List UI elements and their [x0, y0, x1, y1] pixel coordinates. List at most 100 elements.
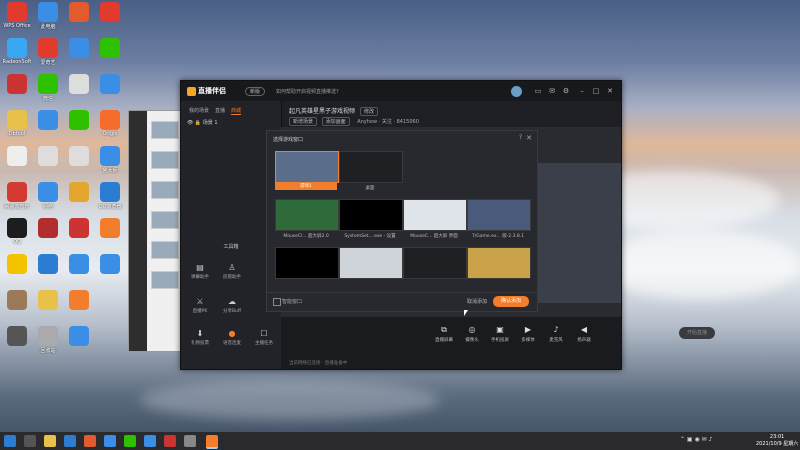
desktop-icon[interactable] [2, 326, 32, 347]
maximize-icon[interactable]: □ [591, 86, 601, 96]
window-option[interactable] [275, 247, 339, 287]
desktop-icon[interactable]: QQ浏览器 [95, 182, 125, 210]
desktop-icon[interactable] [95, 38, 125, 59]
desktop-icon[interactable] [64, 218, 94, 239]
desktop-icon[interactable] [95, 2, 125, 23]
wechat-icon[interactable] [124, 435, 136, 447]
help-icon[interactable]: ? [519, 134, 522, 141]
media-button[interactable]: ▶ 多媒体 [515, 325, 541, 343]
desktop-icon[interactable] [2, 290, 32, 311]
confirm-button[interactable]: 确认添加 [493, 296, 529, 307]
desktop-icon[interactable] [95, 218, 125, 239]
window-option[interactable]: MouseCl... 超大屏2.0 [275, 199, 339, 239]
desktop-icon[interactable]: 网易云音乐 [2, 182, 32, 210]
add-source-button[interactable]: 添加画面 [321, 117, 350, 126]
desktop-icon[interactable] [33, 290, 63, 311]
desktop-icon[interactable] [33, 218, 63, 239]
desktop-icon[interactable] [2, 254, 32, 275]
desktop-icon[interactable]: WPS Office [2, 2, 32, 29]
camera-button[interactable]: ◎ 摄像头 [459, 325, 485, 343]
settings-icon[interactable]: ⚙ [561, 86, 571, 96]
thumbnail[interactable] [151, 211, 179, 229]
mobile-cast-button[interactable]: ▣ 手机投屏 [487, 325, 513, 343]
window-option[interactable]: 桌面 [339, 151, 403, 191]
desktop-icon[interactable] [95, 254, 125, 275]
screen-icon[interactable]: ▭ [533, 86, 543, 96]
desktop-icon[interactable] [64, 182, 94, 203]
tool-pk[interactable]: ⚔ 直播PK [185, 297, 215, 314]
edge-icon[interactable] [64, 435, 76, 447]
scene-item[interactable]: 👁 🔒 场景 1 [187, 119, 218, 126]
chat-icon[interactable]: ✉ [547, 86, 557, 96]
app-icon[interactable] [144, 435, 156, 447]
desktop-icon[interactable] [64, 326, 94, 347]
thumbnail[interactable] [151, 271, 179, 289]
desktop-icon[interactable] [64, 254, 94, 275]
help-notice[interactable]: 如何帮助开启视频直播推送? [276, 88, 339, 95]
window-option[interactable]: MouseC... 超大屏 界面 [403, 199, 467, 239]
tray-icons[interactable]: ⌃ ▣ ◉ ✉ ♪ [680, 436, 712, 443]
desktop-icon[interactable]: Origin [95, 110, 125, 137]
smart-window-checkbox[interactable] [273, 298, 281, 306]
tool-gift[interactable]: ⬇ 礼物投票 [185, 329, 215, 346]
tool-task[interactable]: ☐ 主播任务 [249, 329, 279, 346]
window-option[interactable] [339, 247, 403, 287]
version-badge[interactable]: 新版 [245, 87, 266, 96]
window-option[interactable] [403, 247, 467, 287]
desktop-icon[interactable] [95, 74, 125, 95]
desktop-icon[interactable] [33, 254, 63, 275]
minimize-icon[interactable]: – [577, 86, 587, 96]
desktop-icon[interactable] [2, 146, 32, 167]
desktop-icon[interactable]: 爱奇艺 [33, 38, 63, 66]
desktop-icon[interactable] [64, 2, 94, 23]
explorer-icon[interactable] [44, 435, 56, 447]
speaker-button[interactable]: ◀ 扬声器 [571, 325, 597, 343]
app-icon[interactable] [184, 435, 196, 447]
desktop-icon[interactable] [64, 38, 94, 59]
desktop-icon[interactable]: 网络 [33, 182, 63, 210]
desktop-icon[interactable] [64, 290, 94, 311]
tool-voice[interactable]: ● 语音连麦 [217, 329, 247, 346]
desktop-icon[interactable]: 此电脑 [33, 2, 63, 30]
live-companion-taskbar-icon[interactable] [206, 435, 218, 449]
screen-share-button[interactable]: ⧉ 直播屏幕 [431, 325, 457, 343]
desktop-icon[interactable]: 鲁大师 [95, 146, 125, 174]
tab-my-scenes[interactable]: 我的场景 [189, 107, 209, 115]
desktop-icon[interactable]: 回收站 [33, 326, 63, 354]
desktop-icon[interactable] [33, 146, 63, 167]
desktop-icon[interactable]: Dbtool [2, 110, 32, 137]
desktop-icon[interactable] [64, 74, 94, 95]
tool-share[interactable]: ☁ 分享Buff [217, 297, 247, 314]
tool-admin[interactable]: ♙ 房管助手 [217, 263, 247, 280]
start-live-button[interactable]: 开始直播 [679, 327, 715, 339]
tab-live[interactable]: 直播 [215, 107, 225, 115]
desktop-icon[interactable]: 微信 [33, 74, 63, 102]
avatar[interactable] [511, 86, 522, 97]
tool-danmaku[interactable]: ▤ 弹幕助手 [185, 263, 215, 280]
clock[interactable]: 23:01 2021/10/9 星期六 [756, 434, 798, 448]
thumbnail[interactable] [151, 121, 179, 139]
tab-mall[interactable]: 商城 [231, 107, 242, 115]
desktop-icon[interactable] [64, 110, 94, 131]
app-icon[interactable] [104, 435, 116, 447]
close-icon[interactable]: ✕ [526, 134, 532, 142]
window-option[interactable]: 7/Game.ex... 版-2.3.8.1 [467, 199, 531, 239]
thumbnail[interactable] [151, 181, 179, 199]
task-view-icon[interactable] [24, 435, 36, 447]
cancel-button[interactable]: 取消添加 [467, 298, 487, 305]
mic-button[interactable]: ♪ 麦克风 [543, 325, 569, 343]
desktop-icon[interactable] [33, 110, 63, 131]
window-option[interactable]: SystemSet....exe - 设置 [339, 199, 403, 239]
window-option[interactable]: 游戏1 [275, 151, 339, 191]
app-icon[interactable] [164, 435, 176, 447]
background-app-window[interactable] [128, 110, 182, 352]
window-option[interactable] [467, 247, 531, 287]
desktop-icon[interactable] [2, 74, 32, 95]
start-icon[interactable] [4, 435, 16, 447]
desktop-icon[interactable] [64, 146, 94, 167]
desktop-icon[interactable]: QQ [2, 218, 32, 245]
edit-title-button[interactable]: 修改 [359, 107, 378, 116]
app-icon[interactable] [84, 435, 96, 447]
close-icon[interactable]: ✕ [605, 86, 615, 96]
thumbnail[interactable] [151, 241, 179, 259]
